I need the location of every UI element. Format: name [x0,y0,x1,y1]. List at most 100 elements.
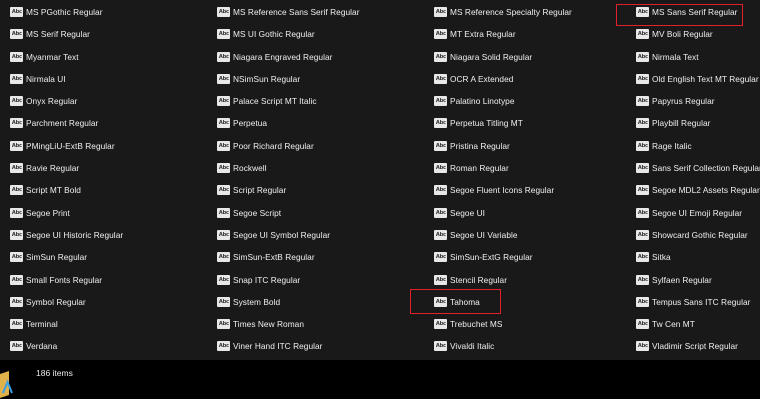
font-item-label: Tahoma [450,296,480,307]
font-item-label: MV Boli Regular [652,29,713,40]
font-item-rockwell[interactable]: Rockwell [207,157,417,179]
font-item-pmingliu-extb-regular[interactable]: PMingLiU-ExtB Regular [0,135,207,157]
font-item-script-mt-bold[interactable]: Script MT Bold [0,179,207,201]
font-item-ms-reference-sans-serif-regular[interactable]: MS Reference Sans Serif Regular [207,1,417,23]
font-item-label: Snap ITC Regular [233,274,301,285]
font-file-icon [636,229,649,240]
font-file-icon [636,51,649,62]
font-item-roman-regular[interactable]: Roman Regular [417,157,624,179]
font-item-vladimir-script-regular[interactable]: Vladimir Script Regular [624,335,760,357]
font-item-parchment-regular[interactable]: Parchment Regular [0,112,207,134]
font-item-palace-script-mt-italic[interactable]: Palace Script MT Italic [207,90,417,112]
font-item-label: Segoe MDL2 Assets Regular [652,185,760,196]
font-file-icon [434,207,447,218]
font-item-terminal[interactable]: Terminal [0,313,207,335]
font-file-icon [217,29,230,40]
font-file-icon [10,207,23,218]
font-item-nirmala-ui[interactable]: Nirmala UI [0,68,207,90]
font-item-segoe-ui[interactable]: Segoe UI [417,202,624,224]
font-item-label: Script Regular [233,185,287,196]
font-file-icon [10,73,23,84]
font-item-symbol-regular[interactable]: Symbol Regular [0,291,207,313]
font-item-segoe-ui-variable[interactable]: Segoe UI Variable [417,224,624,246]
font-item-viner-hand-itc-regular[interactable]: Viner Hand ITC Regular [207,335,417,357]
font-item-mt-extra-regular[interactable]: MT Extra Regular [417,23,624,45]
font-item-tw-cen-mt[interactable]: Tw Cen MT [624,313,760,335]
font-file-icon [636,274,649,285]
font-file-icon [10,140,23,151]
font-item-ms-pgothic-regular[interactable]: MS PGothic Regular [0,1,207,23]
font-item-label: Sans Serif Collection Regular [652,163,760,174]
font-item-trebuchet-ms[interactable]: Trebuchet MS [417,313,624,335]
font-item-segoe-script[interactable]: Segoe Script [207,202,417,224]
font-item-label: Pristina Regular [450,140,510,151]
font-item-label: Trebuchet MS [450,319,503,330]
font-item-ms-reference-specialty-regular[interactable]: MS Reference Specialty Regular [417,1,624,23]
font-item-label: Papyrus Regular [652,96,715,107]
font-item-onyx-regular[interactable]: Onyx Regular [0,90,207,112]
font-item-perpetua[interactable]: Perpetua [207,112,417,134]
font-file-icon [10,341,23,352]
font-item-label: Palatino Linotype [450,96,515,107]
font-item-niagara-engraved-regular[interactable]: Niagara Engraved Regular [207,46,417,68]
font-item-nsimsun-regular[interactable]: NSimSun Regular [207,68,417,90]
font-item-simsun-extb-regular[interactable]: SimSun-ExtB Regular [207,246,417,268]
font-item-ms-serif-regular[interactable]: MS Serif Regular [0,23,207,45]
font-item-segoe-mdl2-assets-regular[interactable]: Segoe MDL2 Assets Regular [624,179,760,201]
font-item-label: MS UI Gothic Regular [233,29,315,40]
font-item-tahoma[interactable]: Tahoma [417,291,624,313]
font-item-simsun-extg-regular[interactable]: SimSun-ExtG Regular [417,246,624,268]
font-file-icon [217,229,230,240]
font-item-showcard-gothic-regular[interactable]: Showcard Gothic Regular [624,224,760,246]
font-item-times-new-roman[interactable]: Times New Roman [207,313,417,335]
font-item-system-bold[interactable]: System Bold [207,291,417,313]
font-item-ocr-a-extended[interactable]: OCR A Extended [417,68,624,90]
font-item-label: Segoe Fluent Icons Regular [450,185,555,196]
font-item-niagara-solid-regular[interactable]: Niagara Solid Regular [417,46,624,68]
font-item-vivaldi-italic[interactable]: Vivaldi Italic [417,335,624,357]
font-item-segoe-ui-symbol-regular[interactable]: Segoe UI Symbol Regular [207,224,417,246]
font-item-segoe-ui-historic-regular[interactable]: Segoe UI Historic Regular [0,224,207,246]
font-item-ms-sans-serif-regular[interactable]: MS Sans Serif Regular [624,1,760,23]
font-item-pristina-regular[interactable]: Pristina Regular [417,135,624,157]
font-item-old-english-text-mt-regular[interactable]: Old English Text MT Regular [624,68,760,90]
font-item-segoe-ui-emoji-regular[interactable]: Segoe UI Emoji Regular [624,202,760,224]
font-item-ms-ui-gothic-regular[interactable]: MS UI Gothic Regular [207,23,417,45]
font-item-simsun-regular[interactable]: SimSun Regular [0,246,207,268]
font-item-script-regular[interactable]: Script Regular [207,179,417,201]
font-item-label: Segoe UI Historic Regular [26,229,124,240]
font-file-icon [217,163,230,174]
font-item-label: Segoe UI Variable [450,229,518,240]
font-item-poor-richard-regular[interactable]: Poor Richard Regular [207,135,417,157]
font-file-icon [217,252,230,263]
font-file-icon [636,296,649,307]
font-item-rage-italic[interactable]: Rage Italic [624,135,760,157]
font-item-ravie-regular[interactable]: Ravie Regular [0,157,207,179]
font-file-icon [636,185,649,196]
font-item-palatino-linotype[interactable]: Palatino Linotype [417,90,624,112]
font-item-sylfaen-regular[interactable]: Sylfaen Regular [624,269,760,291]
font-item-verdana[interactable]: Verdana [0,335,207,357]
font-file-icon [636,73,649,84]
font-item-snap-itc-regular[interactable]: Snap ITC Regular [207,269,417,291]
font-item-stencil-regular[interactable]: Stencil Regular [417,269,624,291]
font-file-icon [10,29,23,40]
font-item-segoe-print[interactable]: Segoe Print [0,202,207,224]
font-file-icon [434,252,447,263]
font-item-tempus-sans-itc-regular[interactable]: Tempus Sans ITC Regular [624,291,760,313]
font-item-mv-boli-regular[interactable]: MV Boli Regular [624,23,760,45]
font-item-papyrus-regular[interactable]: Papyrus Regular [624,90,760,112]
font-file-icon [636,140,649,151]
font-file-icon [636,118,649,129]
font-item-nirmala-text[interactable]: Nirmala Text [624,46,760,68]
font-item-label: Segoe UI [450,207,485,218]
font-item-myanmar-text[interactable]: Myanmar Text [0,46,207,68]
font-item-sans-serif-collection-regular[interactable]: Sans Serif Collection Regular [624,157,760,179]
font-item-label: MS Serif Regular [26,29,90,40]
font-item-small-fonts-regular[interactable]: Small Fonts Regular [0,269,207,291]
font-item-sitka[interactable]: Sitka [624,246,760,268]
font-item-perpetua-titling-mt[interactable]: Perpetua Titling MT [417,112,624,134]
font-item-segoe-fluent-icons-regular[interactable]: Segoe Fluent Icons Regular [417,179,624,201]
folder-app-icon[interactable] [0,368,14,399]
font-item-playbill-regular[interactable]: Playbill Regular [624,112,760,134]
